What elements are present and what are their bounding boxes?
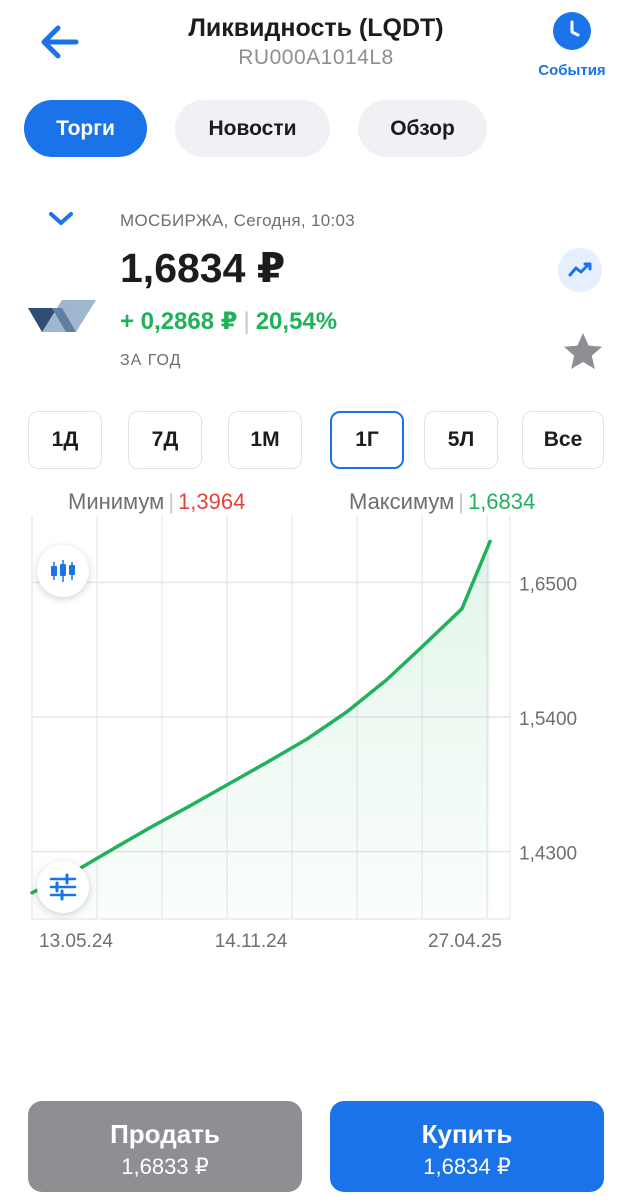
sell-price: 1,6833 ₽: [121, 1154, 209, 1179]
clock-icon: [553, 12, 591, 50]
price-point: [460, 607, 464, 611]
events-button[interactable]: События: [532, 12, 612, 88]
change-percent: 20,54%: [255, 308, 338, 335]
tab-news[interactable]: Новости: [175, 100, 330, 157]
candlestick-icon: [51, 560, 75, 582]
buy-price: 1,6834 ₽: [423, 1154, 511, 1179]
change-absolute: + 0,2868 ₽: [120, 308, 238, 335]
period-caption: ЗА ГОД: [120, 352, 182, 369]
buy-button[interactable]: Купить 1,6834 ₽: [330, 1101, 604, 1192]
buy-label: Купить: [421, 1119, 513, 1149]
period-1d[interactable]: 1Д: [28, 411, 102, 469]
price-point: [420, 645, 424, 649]
sell-label: Продать: [110, 1119, 220, 1149]
price-change: + 0,2868 ₽ | 20,54%: [120, 307, 337, 336]
price-point: [226, 782, 230, 787]
x-tick-label: 27.04.25: [428, 931, 502, 952]
period-1m[interactable]: 1М: [228, 411, 302, 469]
minimum-label: Минимум: [68, 489, 165, 514]
chart-trend-button[interactable]: [558, 248, 602, 292]
price-point: [267, 759, 271, 764]
x-tick-label: 14.11.24: [215, 931, 288, 952]
price-chart[interactable]: 1,6500 1,5400 1,4300 13.05.24 14.11.24 27.04.…: [0, 515, 632, 955]
maximum-label: Максимум: [349, 489, 455, 514]
exchange-time: МОСБИРЖА, Сегодня, 10:03: [120, 211, 356, 230]
price-point: [345, 710, 349, 714]
minimum-value: 1,3964: [178, 489, 246, 514]
tab-trading[interactable]: Торги: [24, 100, 147, 157]
price-chart-svg: 1,6500 1,5400 1,4300 13.05.24 14.11.24 27.04.…: [30, 515, 577, 952]
favorite-star-icon[interactable]: [561, 330, 605, 374]
period-7d[interactable]: 7Д: [128, 411, 202, 469]
minimum-separator: |: [168, 489, 175, 514]
period-selector: 1Д 7Д 1М 1Г 5Л Все: [28, 411, 604, 471]
sell-button[interactable]: Продать 1,6833 ₽: [28, 1101, 302, 1192]
maximum-value: 1,6834: [467, 489, 536, 514]
y-tick-label: 1,5400: [519, 709, 577, 730]
maximum-separator: |: [458, 489, 464, 514]
price-area: [32, 541, 490, 919]
price-point: [305, 737, 309, 741]
price-point: [187, 804, 191, 808]
chart-settings-button[interactable]: [37, 861, 89, 913]
period-1y[interactable]: 1Г: [330, 411, 404, 469]
period-5y[interactable]: 5Л: [424, 411, 498, 469]
price-point: [488, 539, 492, 544]
current-price: 1,6834 ₽: [120, 245, 286, 291]
events-label: События: [538, 62, 606, 79]
sliders-icon: [49, 873, 77, 901]
y-tick-label: 1,4300: [519, 844, 577, 865]
change-separator: |: [243, 308, 250, 335]
x-tick-label: 13.05.24: [39, 931, 113, 952]
trend-icon: [568, 262, 592, 277]
header: Ликвидность (LQDT) RU000A1014L8 События: [0, 0, 632, 90]
tab-overview[interactable]: Обзор: [358, 100, 487, 157]
price-point: [148, 826, 152, 830]
issuer-logo: [26, 296, 96, 334]
minimum-info: Минимум | 1,3964: [68, 489, 245, 515]
period-all[interactable]: Все: [522, 411, 604, 469]
price-point: [108, 849, 112, 853]
y-tick-label: 1,6500: [519, 574, 577, 595]
candlestick-toggle-button[interactable]: [37, 545, 89, 597]
price-point: [30, 891, 34, 895]
chevron-down-icon[interactable]: [46, 206, 76, 232]
price-point: [384, 678, 388, 682]
maximum-info: Максимум | 1,6834: [349, 489, 535, 515]
